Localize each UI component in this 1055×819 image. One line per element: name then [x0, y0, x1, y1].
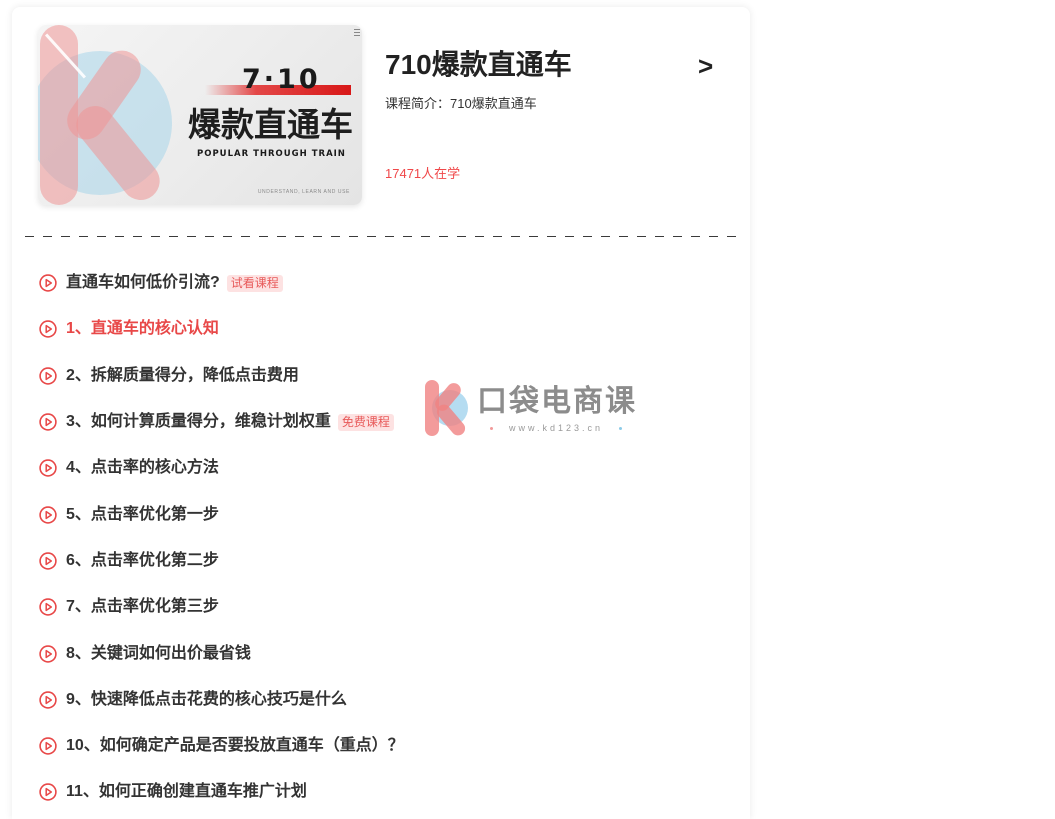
lesson-item[interactable]: 4、点击率的核心方法	[12, 445, 750, 491]
lesson-title: 3、如何计算质量得分，维稳计划权重	[66, 413, 331, 431]
lesson-list: 直通车如何低价引流? 试看课程 1、直通车的核心认知 2、拆解质量得分，降低点击…	[12, 260, 750, 816]
lesson-title: 6、点击率优化第二步	[66, 551, 219, 569]
course-intro: 课程简介：710爆款直通车	[385, 96, 537, 111]
play-circle-icon	[39, 783, 57, 802]
dashed-divider	[25, 236, 737, 237]
chevron-right-icon[interactable]: >	[698, 49, 713, 83]
cover-subtitle: POPULAR THROUGH TRAIN	[197, 149, 346, 159]
lesson-title: 1、直通车的核心认知	[66, 320, 219, 338]
watermark-url: www.kd123.cn	[490, 422, 622, 434]
lesson-item[interactable]: 10、如何确定产品是否要投放直通车（重点）？	[12, 723, 750, 769]
play-circle-icon	[39, 413, 57, 431]
lesson-item[interactable]: 6、点击率优化第二步	[12, 538, 750, 584]
lesson-title: 8、关键词如何出价最省钱	[66, 644, 251, 662]
lesson-title: 11、如何正确创建直通车推广计划	[66, 783, 307, 801]
free-badge: 免费课程	[337, 413, 394, 431]
lesson-item[interactable]: 3、如何计算质量得分，维稳计划权重 免费课程	[12, 399, 750, 445]
cover-number: 7·10	[242, 64, 321, 95]
lesson-item[interactable]: 直通车如何低价引流? 试看课程	[12, 260, 750, 306]
watermark-url-text: www.kd123.cn	[508, 423, 604, 433]
cover-menu-icon	[354, 29, 360, 36]
watermark-dot	[490, 426, 493, 430]
watermark-brand: 口袋电商课	[477, 385, 637, 418]
play-circle-icon	[39, 691, 57, 709]
lesson-item[interactable]: 11、如何正确创建直通车推广计划	[12, 769, 750, 815]
play-circle-icon	[39, 367, 57, 385]
play-circle-icon	[39, 459, 57, 478]
course-card: 7·10 爆款直通车 POPULAR THROUGH TRAIN UNDERST…	[12, 7, 750, 819]
play-circle-icon	[39, 320, 57, 339]
lesson-title: 2、拆解质量得分，降低点击费用	[66, 366, 299, 384]
play-circle-icon	[39, 274, 57, 292]
lesson-item[interactable]: 7、点击率优化第三步	[12, 584, 750, 630]
lesson-item[interactable]: 1、直通车的核心认知	[12, 306, 750, 352]
k-logo-icon	[425, 380, 469, 439]
lesson-title: 7、点击率优化第三步	[66, 598, 219, 616]
lesson-item[interactable]: 8、关键词如何出价最省钱	[12, 630, 750, 676]
play-circle-icon	[39, 737, 57, 755]
learner-count: 17471人在学	[385, 166, 461, 181]
lesson-title: 10、如何确定产品是否要投放直通车（重点）？	[66, 737, 404, 755]
play-circle-icon	[39, 598, 57, 616]
lesson-item[interactable]: 5、点击率优化第一步	[12, 491, 750, 537]
lesson-item[interactable]: 2、拆解质量得分，降低点击费用	[12, 353, 750, 399]
lesson-title: 直通车如何低价引流?	[66, 274, 220, 292]
play-circle-icon	[39, 505, 57, 524]
lesson-title: 5、点击率优化第一步	[66, 505, 219, 523]
trial-badge: 试看课程	[226, 274, 283, 292]
course-cover-image[interactable]: 7·10 爆款直通车 POPULAR THROUGH TRAIN UNDERST…	[38, 25, 362, 205]
play-circle-icon	[39, 552, 57, 570]
cover-title: 爆款直通车	[188, 106, 353, 143]
lesson-title: 9、快速降低点击花费的核心技巧是什么	[66, 690, 347, 708]
watermark-dot	[619, 426, 622, 430]
course-title[interactable]: 710爆款直通车	[385, 48, 572, 82]
cover-footer: UNDERSTAND, LEARN AND USE	[257, 189, 350, 195]
play-circle-icon	[39, 644, 57, 663]
lesson-title: 4、点击率的核心方法	[66, 459, 219, 477]
lesson-item[interactable]: 9、快速降低点击花费的核心技巧是什么	[12, 677, 750, 723]
